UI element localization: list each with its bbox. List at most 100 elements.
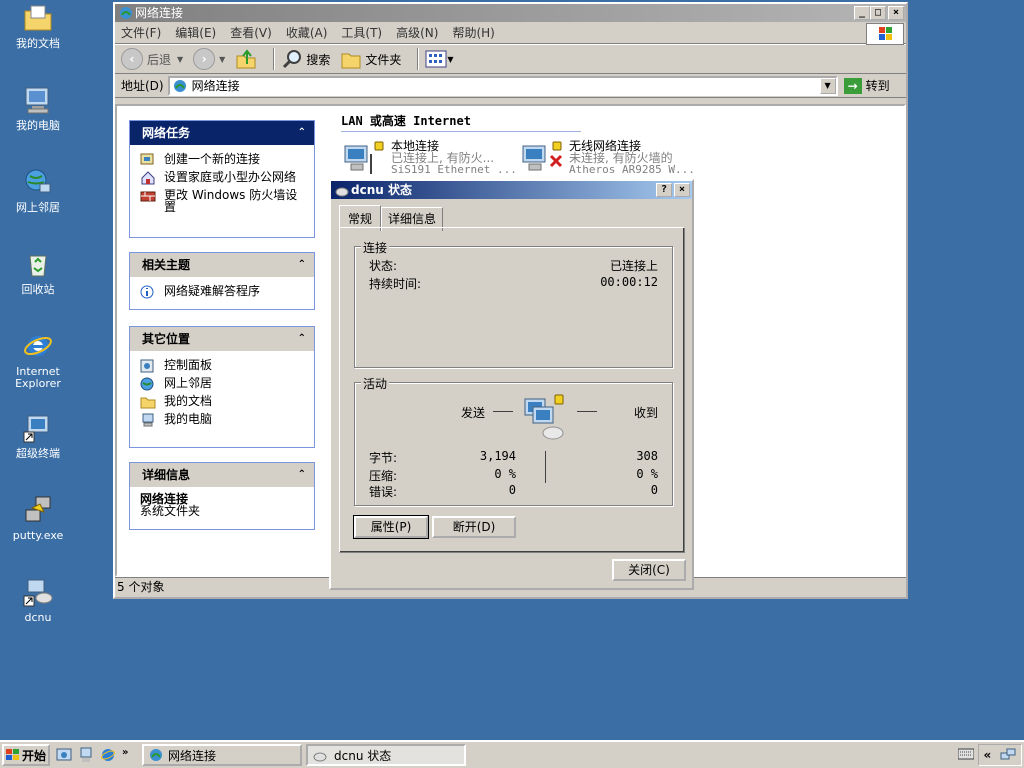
bytes-received: 308 [636, 449, 658, 463]
address-input[interactable]: 网络连接 ▼ [167, 75, 838, 96]
taskbar: 开始 » 网络连接 dcnu 状态 « [0, 740, 1024, 768]
menu-help[interactable]: 帮助(H) [452, 24, 494, 41]
back-button[interactable]: ‹ 后退 ▼ [121, 48, 183, 70]
place-label: 网上邻居 [164, 376, 213, 390]
activity-divider [545, 451, 546, 483]
tray-expand-icon[interactable]: « [984, 748, 992, 762]
panel-title: 其它位置 [142, 332, 191, 346]
task-create-connection[interactable]: 创建一个新的连接 [140, 153, 306, 167]
task-label: 网络连接 [168, 748, 217, 763]
place-network-places[interactable]: 网上邻居 [140, 377, 306, 391]
desktop-icon-internet-explorer[interactable]: Internet Explorer [2, 330, 74, 390]
panel-header[interactable]: 详细信息 ⌃ [130, 463, 314, 487]
collapse-icon[interactable]: ⌃ [298, 463, 306, 487]
disconnect-button[interactable]: 断开(D) [432, 516, 516, 538]
folder-documents-icon [140, 397, 156, 409]
chevron-down-icon: ▼ [219, 54, 226, 64]
task-firewall[interactable]: 更改 Windows 防火墙设置 [140, 189, 306, 213]
views-button[interactable]: ▼ [425, 49, 454, 69]
close-button[interactable]: 关闭(C) [612, 559, 686, 581]
received-line [577, 411, 597, 412]
properties-button[interactable]: 属性(P) [353, 515, 429, 539]
menu-favorites[interactable]: 收藏(A) [286, 24, 328, 41]
forward-button[interactable]: › ▼ [193, 48, 225, 70]
panel-title: 相关主题 [142, 258, 191, 272]
toolbar-separator [273, 48, 276, 70]
up-folder-button[interactable] [235, 48, 257, 70]
search-icon [283, 50, 302, 69]
connection-wireless[interactable]: 无线网络连接 未连接, 有防火墙的 Atheros AR9285 W... [519, 140, 695, 180]
address-dropdown-button[interactable]: ▼ [819, 77, 836, 94]
task-home-network[interactable]: 设置家庭或小型办公网络 [140, 171, 306, 185]
network-tray-icon[interactable] [1000, 747, 1016, 763]
computer-icon[interactable] [78, 747, 94, 763]
menu-edit[interactable]: 编辑(E) [175, 24, 216, 41]
section-header: LAN 或高速 Internet [341, 112, 581, 132]
place-my-computer[interactable]: 我的电脑 [140, 413, 306, 427]
desktop-icon-network-places[interactable]: 网上邻居 [2, 166, 74, 214]
place-control-panel[interactable]: 控制面板 [140, 359, 306, 373]
menu-tools[interactable]: 工具(T) [341, 24, 382, 41]
connection-local[interactable]: 本地连接 已连接上, 有防火... SiS191 Ethernet ... [341, 140, 517, 180]
panel-header[interactable]: 其它位置 ⌃ [130, 327, 314, 351]
desktop-icon-putty[interactable]: putty.exe [2, 494, 74, 542]
taskbar-item-dcnu-status[interactable]: dcnu 状态 [306, 744, 466, 766]
menu-advanced[interactable]: 高级(N) [396, 24, 438, 41]
minimize-button[interactable]: _ [854, 6, 870, 20]
connection-group: 连接 状态: 已连接上 持续时间: 00:00:12 [354, 239, 673, 368]
back-arrow-icon: ‹ [121, 48, 143, 70]
place-my-documents[interactable]: 我的文档 [140, 395, 306, 409]
views-icon [425, 50, 447, 68]
wireless-computer-icon [522, 141, 563, 171]
recycle-bin-icon [29, 255, 47, 277]
menu-view[interactable]: 查看(V) [230, 24, 272, 41]
network-tasks-panel: 网络任务 ⌃ 创建一个新的连接 设置家庭或小型办公网络 更改 Windows 防… [129, 120, 315, 238]
menu-file[interactable]: 文件(F) [121, 24, 161, 41]
received-label: 收到 [633, 406, 658, 420]
quick-launch: » [56, 747, 128, 763]
quick-launch-overflow-icon[interactable]: » [122, 747, 128, 763]
desktop-icon-my-computer[interactable]: 我的电脑 [2, 84, 74, 132]
internet-explorer-icon[interactable] [100, 747, 116, 763]
close-button[interactable]: × [888, 6, 904, 20]
place-label: 我的电脑 [164, 412, 213, 426]
start-button[interactable]: 开始 [2, 744, 50, 766]
collapse-icon[interactable]: ⌃ [298, 253, 306, 277]
group-label: 活动 [361, 375, 390, 392]
forward-arrow-icon: › [193, 48, 216, 70]
windows-flag-icon [6, 749, 19, 760]
taskbar-item-network-connections[interactable]: 网络连接 [142, 744, 302, 766]
panel-header[interactable]: 相关主题 ⌃ [130, 253, 314, 277]
folders-label: 文件夹 [365, 52, 402, 67]
desktop-icon-dcnu[interactable]: dcnu [2, 576, 74, 624]
desktop-icon-my-documents[interactable]: 我的文档 [2, 2, 74, 50]
maximize-button[interactable]: □ [870, 6, 886, 20]
folders-button[interactable]: 文件夹 [340, 48, 401, 70]
desktop-icon-label: 回收站 [21, 283, 55, 296]
errors-sent: 0 [508, 483, 516, 497]
collapse-icon[interactable]: ⌃ [298, 327, 306, 351]
globe-network-icon [140, 377, 154, 391]
collapse-icon[interactable]: ⌃ [298, 121, 306, 145]
control-panel-icon [140, 359, 154, 373]
explorer-title-bar[interactable]: 网络连接 _ □ × [115, 4, 906, 22]
keyboard-icon[interactable] [958, 747, 974, 761]
search-button[interactable]: 搜索 [281, 48, 330, 70]
desktop-icon-recycle-bin[interactable]: 回收站 [2, 248, 74, 296]
help-button[interactable]: ? [656, 183, 672, 197]
topic-troubleshooter[interactable]: 网络疑难解答程序 [140, 285, 306, 299]
panel-header[interactable]: 网络任务 ⌃ [130, 121, 314, 145]
activity-group: 活动 发送 收到 字节: 3,194 308 压缩: 0 % 0 % 错误: 0 [354, 375, 673, 506]
bytes-label: 字节: [369, 451, 398, 465]
connection-device: SiS191 Ethernet ... [391, 163, 517, 176]
desktop-icon-hyperterminal[interactable]: 超级终端 [2, 412, 74, 460]
sent-label: 发送 [461, 406, 486, 420]
dialog-title-bar[interactable]: dcnu 状态 ? × [331, 181, 692, 199]
go-button[interactable]: → 转到 [843, 77, 890, 94]
other-places-panel: 其它位置 ⌃ 控制面板 网上邻居 我的文档 我的电脑 [129, 326, 315, 448]
show-desktop-icon[interactable] [56, 747, 72, 763]
desktop-icon-label: 网上邻居 [16, 201, 60, 214]
dialog-close-icon[interactable]: × [674, 183, 690, 197]
computer-icon [142, 413, 154, 427]
bytes-sent: 3,194 [479, 449, 516, 463]
